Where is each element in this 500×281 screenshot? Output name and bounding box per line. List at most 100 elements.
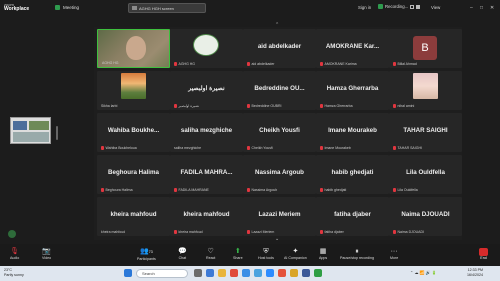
host-tools-button[interactable]: ⛨ Host tools — [258, 247, 274, 260]
participant-label: AGHG HG — [178, 62, 196, 66]
weather-widget[interactable]: 23°C Partly sunny — [4, 268, 24, 277]
participant-label: TAHAR SAIGHI — [397, 146, 422, 150]
search-box[interactable]: Search — [136, 269, 188, 278]
gallery-view: AGHG HG AGHG HG aid abdelkader aid abdel… — [94, 27, 462, 240]
recording-indicator[interactable]: Recording... — [378, 4, 421, 9]
mic-muted-icon: 🎙 — [10, 248, 20, 255]
screen-share-view-button[interactable]: AGHG HGH screen — [128, 3, 206, 13]
participant-tile[interactable]: habib ghedjati habib ghedjati — [316, 155, 389, 194]
participant-name: Naima DJOUADI — [401, 211, 450, 218]
participant-tile[interactable]: Cheikh Yousfi Cheikh Yousfi — [243, 113, 316, 152]
share-button[interactable]: ⬆ Share — [233, 247, 243, 260]
chevron-down-icon[interactable]: ⌄ — [275, 236, 279, 242]
participant-name: Hamza Gherrarba — [326, 85, 379, 92]
meeting-toolbar: 🎙 Audio 📷 Video 👥73 Participants 💬 Chat … — [0, 244, 500, 266]
muted-mic-icon — [320, 188, 323, 192]
participant-label: Bedreddine OUBRI — [251, 104, 282, 108]
screen-icon — [132, 6, 137, 10]
participant-label: Cheikh Yousfi — [251, 146, 273, 150]
excel-icon[interactable] — [314, 269, 322, 277]
participant-name: Beghoura Halima — [108, 169, 159, 176]
edge-icon[interactable] — [206, 269, 214, 277]
participant-tile[interactable]: aid abdelkader aid abdelkader — [243, 29, 316, 68]
participant-tile[interactable]: Lila Ouldfella Lila Ouldfella — [389, 155, 462, 194]
office-icon[interactable] — [278, 269, 286, 277]
mail-icon[interactable] — [254, 269, 262, 277]
camera-off-icon: 📷 — [42, 248, 51, 255]
pause-recording-icon[interactable] — [410, 4, 415, 9]
store-icon[interactable] — [242, 269, 250, 277]
muted-mic-icon — [247, 146, 250, 150]
participant-tile[interactable]: AGHG HG — [97, 29, 170, 68]
end-button[interactable]: End — [479, 248, 488, 260]
participant-tile[interactable]: AGHG HG — [170, 29, 243, 68]
audio-button[interactable]: 🎙 Audio — [10, 247, 19, 260]
react-button[interactable]: ♡ React — [206, 247, 215, 260]
video-button[interactable]: 📷 Video — [42, 247, 51, 260]
participants-count: 73 — [148, 250, 153, 254]
participant-tile[interactable]: نصيرة اولبصير نصيرة اولبصير — [170, 71, 243, 110]
more-icon: ··· — [390, 248, 398, 255]
host-tools-label: Host tools — [258, 256, 274, 260]
participant-label: saliha mezghiche — [174, 146, 202, 150]
shared-screen-thumbnail[interactable] — [10, 117, 51, 144]
zoom-taskbar-icon[interactable] — [266, 269, 274, 277]
participant-tile[interactable]: Lazazi Meriem Lazazi Meriem — [243, 197, 316, 236]
participant-tile[interactable]: nihal amini — [389, 71, 462, 110]
participant-tile[interactable]: fatiha djaber fatiha djaber — [316, 197, 389, 236]
ai-companion-button[interactable]: ✦ AI Companion — [284, 247, 307, 260]
participant-tile[interactable]: kheira mahfoud kheira mahfoud — [97, 197, 170, 236]
participant-tile[interactable]: Bedreddine OU... Bedreddine OUBRI — [243, 71, 316, 110]
system-tray[interactable]: ⌃ ☁ 📶 🔊 🔋 — [410, 270, 437, 275]
more-label: More — [390, 256, 399, 260]
panel-resize-handle[interactable] — [56, 126, 58, 140]
stop-recording-icon[interactable] — [416, 4, 421, 9]
participant-tile[interactable]: Beghoura Halima Beghoura Halima — [97, 155, 170, 194]
participant-label: habib ghedjati — [324, 188, 347, 192]
chrome-icon[interactable] — [290, 269, 298, 277]
minimize-icon[interactable]: – — [470, 5, 473, 11]
participant-tile[interactable]: FADILA MAHRA... FADILA MAHRANE — [170, 155, 243, 194]
task-view-icon[interactable] — [194, 269, 202, 277]
word-icon[interactable] — [302, 269, 310, 277]
participant-tile[interactable]: AMOKRANE Kar... AMOKRANE Karima — [316, 29, 389, 68]
more-button[interactable]: ··· More — [390, 247, 398, 260]
participants-button[interactable]: 👥73 Participants — [137, 247, 156, 261]
participant-tile[interactable]: Sikha larbi — [97, 71, 170, 110]
apps-button[interactable]: ▦ Apps — [319, 247, 327, 260]
participant-tile[interactable]: Hamza Gherrarba Hamza Gherrarba — [316, 71, 389, 110]
participant-name: Lila Ouldfella — [406, 169, 445, 176]
windows-taskbar: 23°C Partly sunny Search ⌃ ☁ 📶 🔊 🔋 12:33… — [0, 266, 500, 281]
participant-name: Cheikh Yousfi — [259, 127, 300, 134]
file-explorer-icon[interactable] — [218, 269, 226, 277]
close-icon[interactable]: ✕ — [490, 5, 494, 11]
participant-tile[interactable]: TAHAR SAIGHI TAHAR SAIGHI — [389, 113, 462, 152]
participant-tile[interactable]: B Billal Ahmad — [389, 29, 462, 68]
meeting-info[interactable]: Meeting — [55, 5, 79, 10]
participant-name: Wahiba Boukhe... — [107, 127, 160, 134]
pause-recording-button[interactable]: ⏸ Pause/stop recording — [340, 247, 374, 260]
security-shield-icon[interactable] — [8, 230, 16, 238]
participant-tile[interactable]: Naima DJOUADI Naima DJOUADI — [389, 197, 462, 236]
participant-tile[interactable]: Nassima Argoub Nassima Argoub — [243, 155, 316, 194]
start-icon[interactable] — [124, 269, 132, 277]
muted-mic-icon — [320, 104, 323, 108]
participant-tile[interactable]: kheira mahfoud kheira mahfoud — [170, 197, 243, 236]
app-icon[interactable] — [230, 269, 238, 277]
muted-mic-icon — [393, 104, 396, 108]
participants-label: Participants — [137, 257, 156, 261]
sign-in-link[interactable]: Sign in — [358, 5, 371, 10]
participant-tile[interactable]: Imane Mourakeb Imane Mourakeb — [316, 113, 389, 152]
participant-tile[interactable]: saliha mezghiche saliha mezghiche — [170, 113, 243, 152]
chat-button[interactable]: 💬 Chat — [178, 247, 187, 260]
clock[interactable]: 12:33 PM 16/4/2024 — [467, 268, 483, 278]
muted-mic-icon — [174, 188, 177, 192]
participant-tile[interactable]: Wahiba Boukhe... Wahiba Boukheloua — [97, 113, 170, 152]
maximize-icon[interactable]: □ — [480, 5, 483, 11]
view-menu[interactable]: View — [431, 5, 440, 10]
participant-name: Imane Mourakeb — [328, 127, 377, 134]
ai-companion-label: AI Companion — [284, 256, 307, 260]
video-label: Video — [42, 256, 52, 260]
clock-date: 16/4/2024 — [467, 272, 483, 277]
participant-logo-avatar — [193, 34, 219, 56]
